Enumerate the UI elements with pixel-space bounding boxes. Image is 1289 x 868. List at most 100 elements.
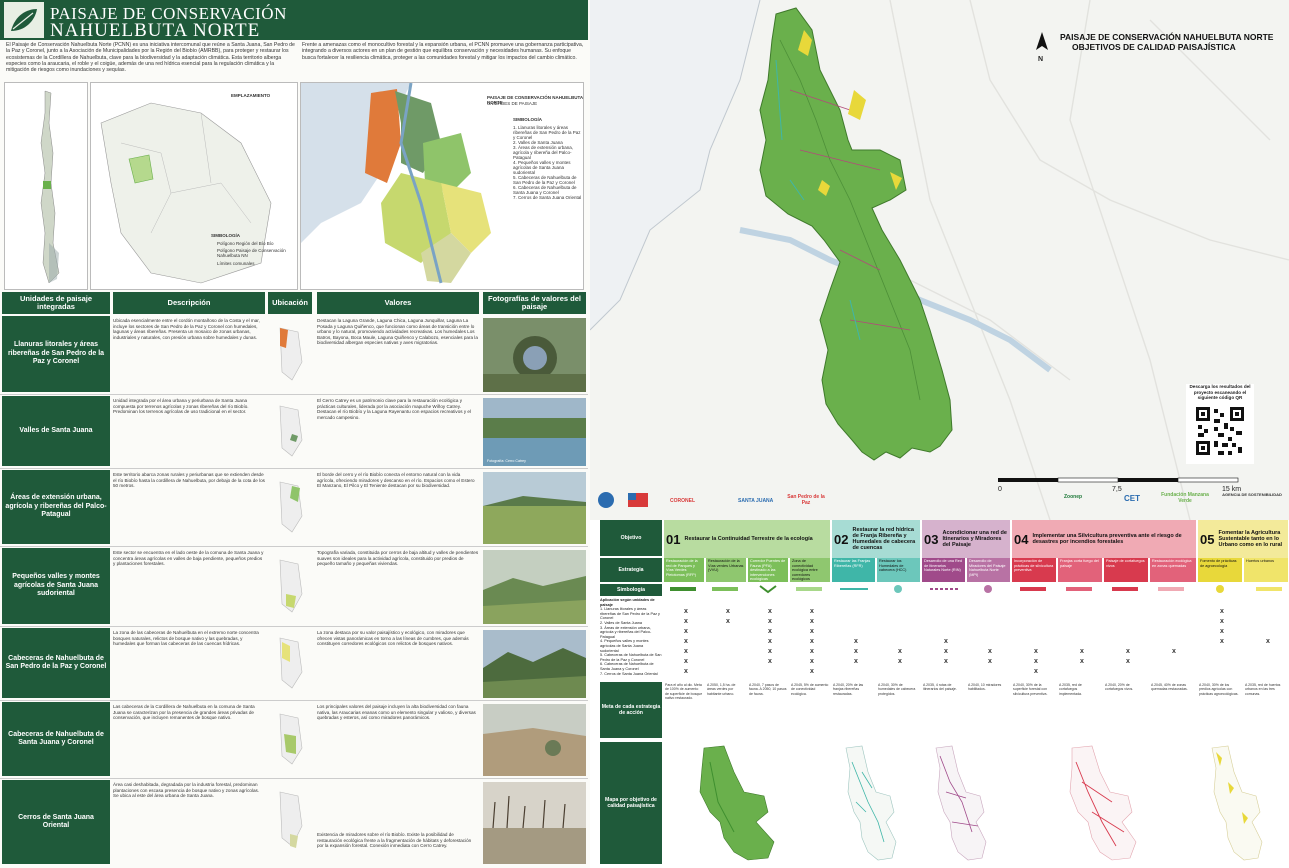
unit-location-map (268, 786, 312, 854)
symbology-unit: 7. Cerros de Santa Juana Oriental (600, 671, 658, 676)
legend-item: 6. Cabeceras de Nahuelbuta de Santa Juan… (513, 185, 577, 195)
row-label-goal: Meta de cada estrategia de acción (600, 682, 662, 738)
application-mark: x (684, 638, 688, 645)
row-label-map: Mapa por objetivo de calidad paisajístic… (600, 742, 662, 864)
table-row: Cabeceras de Nahuelbuta de Santa Juana y… (0, 702, 588, 778)
goal-text: A 2045, 5% de aumento de conectividad ec… (791, 683, 829, 696)
table-row: Cabeceras de Nahuelbuta de San Pedro de … (0, 628, 588, 700)
goal-text: A 2035, 4 rutas de itinerarios del paisa… (923, 683, 957, 692)
application-mark: x (810, 648, 814, 655)
application-mark: x (988, 648, 992, 655)
application-mark: x (768, 608, 772, 615)
objective-02-map (845, 745, 897, 861)
symbology-unit: 1. Llanuras litorales y áreas ribereñas … (600, 607, 660, 621)
map3-legend-list: 1. Llanuras litorales y áreas ribereñas … (513, 125, 583, 200)
objective-05: 05 Fomentar la Agricultura Sustentable ta… (1198, 520, 1288, 558)
strategy: Franjas corta fuego del paisaje (1058, 558, 1102, 582)
unit-location-map (268, 476, 312, 538)
unit-location-map (268, 708, 312, 770)
strategy: Incorporación de prácticas de silvicultu… (1012, 558, 1056, 582)
application-mark: x (768, 618, 772, 625)
unit-description: Área casi deshabitada, degradada por la … (113, 782, 260, 799)
unit-values: Los principales valores del paisaje incl… (317, 704, 476, 721)
application-mark: x (898, 648, 902, 655)
unit-name: Llanuras litorales y áreas ribereñas de … (2, 316, 110, 392)
goal-text: A 2045, 40% de zonas quemadas restaurada… (1151, 683, 1188, 692)
goal-text: A 2040, 30% de humedales de cabecera pro… (878, 683, 916, 696)
legend-item: 1. Llanuras litorales y áreas ribereñas … (513, 125, 581, 140)
application-mark: x (1126, 648, 1130, 655)
strategy: Corredor Puentes de Fauna (PFA) destinad… (748, 558, 788, 582)
col-header-values: Valores (317, 292, 479, 314)
application-mark: x (726, 608, 730, 615)
row-divider (0, 546, 588, 547)
application-mark: x (854, 648, 858, 655)
poster: PAISAJE DE CONSERVACIÓN NAHUELBUTA NORTE… (0, 0, 1289, 868)
row-divider (0, 778, 588, 779)
application-mark: x (1266, 638, 1270, 645)
symbology-swatches (670, 585, 1282, 594)
goal-text: A 2040, 7 pasos de fauna. A 2050, 10 pas… (749, 683, 787, 696)
application-mark: x (988, 658, 992, 665)
application-mark: x (1220, 608, 1224, 615)
application-mark: x (1034, 658, 1038, 665)
application-mark: x (810, 608, 814, 615)
qr-panel: Descarga los resultados del proyecto esc… (1186, 384, 1254, 464)
map2-legend-item: Polígono Paisaje de Conservación Nahuelb… (217, 248, 286, 258)
col-header-photos: Fotografías de valores del paisaje (483, 292, 586, 314)
institution-seals-icon (598, 492, 648, 508)
table-row: Valles de Santa Juana Unidad integrada p… (0, 396, 588, 468)
row-label-objective: Objetivo (600, 520, 662, 556)
map-title-line2: OBJETIVOS DE CALIDAD PAISAJÍSTICA (1072, 42, 1236, 52)
logo-coronel: CORONEL (670, 498, 695, 504)
unit-description: Unidad integrada por el área urbana y pe… (113, 398, 249, 415)
logo-zoonep: Zoonep (1064, 494, 1083, 500)
left-panel: PAISAJE DE CONSERVACIÓN NAHUELBUTA NORTE… (0, 0, 590, 868)
legend-item: 5. Cabeceras de Nahuelbuta de San Pedro … (513, 175, 577, 185)
col-header-desc: Descripción (113, 292, 265, 314)
goal-text: A 2040, 20% de cortafuegos vivos. (1105, 683, 1134, 692)
unit-values: La zona destaca por su valor paisajístic… (317, 630, 469, 647)
application-mark: x (944, 658, 948, 665)
strategy: Restaurar las Franjas Ribereñas (RFR) (832, 558, 875, 582)
unit-description: Este territorio abarca zonas rurales y p… (113, 472, 265, 489)
unit-name: Valles de Santa Juana (2, 396, 110, 466)
chile-locator-map (4, 82, 88, 290)
application-mark: x (768, 648, 772, 655)
leaf-logo-icon (4, 2, 44, 38)
unit-values: Destacan la Laguna Grande, Laguna Chica,… (317, 318, 478, 346)
application-mark: x (1034, 648, 1038, 655)
application-mark: x (1080, 648, 1084, 655)
application-mark: x (684, 648, 688, 655)
logo-santa-juana: SANTA JUANA (738, 498, 774, 504)
emplazamiento-map: EMPLAZAMIENTO SIMBOLOGÍA Polígono Región… (90, 82, 298, 290)
title-line-2: NAHUELBUTA NORTE (50, 20, 261, 41)
logo-strip: CORONEL SANTA JUANA San Pedro de la Paz … (590, 484, 1289, 514)
objectives-matrix: Objetivo Estrategia Simbología Meta de c… (600, 520, 1289, 868)
symbology-units-list: Aplicación según unidades de paisaje 1. … (600, 598, 662, 676)
objective-05-map (1211, 745, 1263, 861)
goal-text: A 2050, 1,5 ha. de áreas verdes por habi… (707, 683, 736, 696)
title-banner: PAISAJE DE CONSERVACIÓN NAHUELBUTA NORTE (0, 0, 588, 41)
logo-san-pedro: San Pedro de la Paz (787, 494, 825, 506)
strategy: Restaurar los Humedales de cabecera (HCC… (877, 558, 920, 582)
intro-text-1: El Paisaje de Conservación Nahuelbuta No… (6, 42, 295, 74)
intro-text-2: Frente a amenazas como el monocultivo fo… (302, 42, 584, 61)
unit-name: Áreas de extensión urbana, agrícola y ri… (2, 470, 110, 544)
application-mark: x (944, 648, 948, 655)
symbology-unit: 3. Áreas de extensión urbana, agrícola y… (600, 625, 652, 639)
strategy: Paisaje de cortafuegos vivos (1104, 558, 1148, 582)
goal-text: A 2035, red de cortafuegos implementada. (1059, 683, 1082, 696)
application-mark: x (1172, 648, 1176, 655)
unit-name: Pequeños valles y montes agrícolas de Sa… (2, 548, 110, 624)
right-panel: N PAISAJE DE CONSERVACIÓN NAHUELBUTA NOR… (590, 0, 1289, 868)
qr-code-icon[interactable] (1194, 404, 1246, 457)
application-mark: x (810, 658, 814, 665)
application-mark: x (810, 618, 814, 625)
qr-text: Descarga los resultados del proyecto esc… (1189, 384, 1251, 400)
objective-01: 01 Restaurar la Continuidad Terrestre de … (664, 520, 830, 558)
application-mark: x (684, 668, 688, 675)
application-mark: x (810, 638, 814, 645)
application-mark: x (1220, 628, 1224, 635)
application-mark: x (768, 638, 772, 645)
